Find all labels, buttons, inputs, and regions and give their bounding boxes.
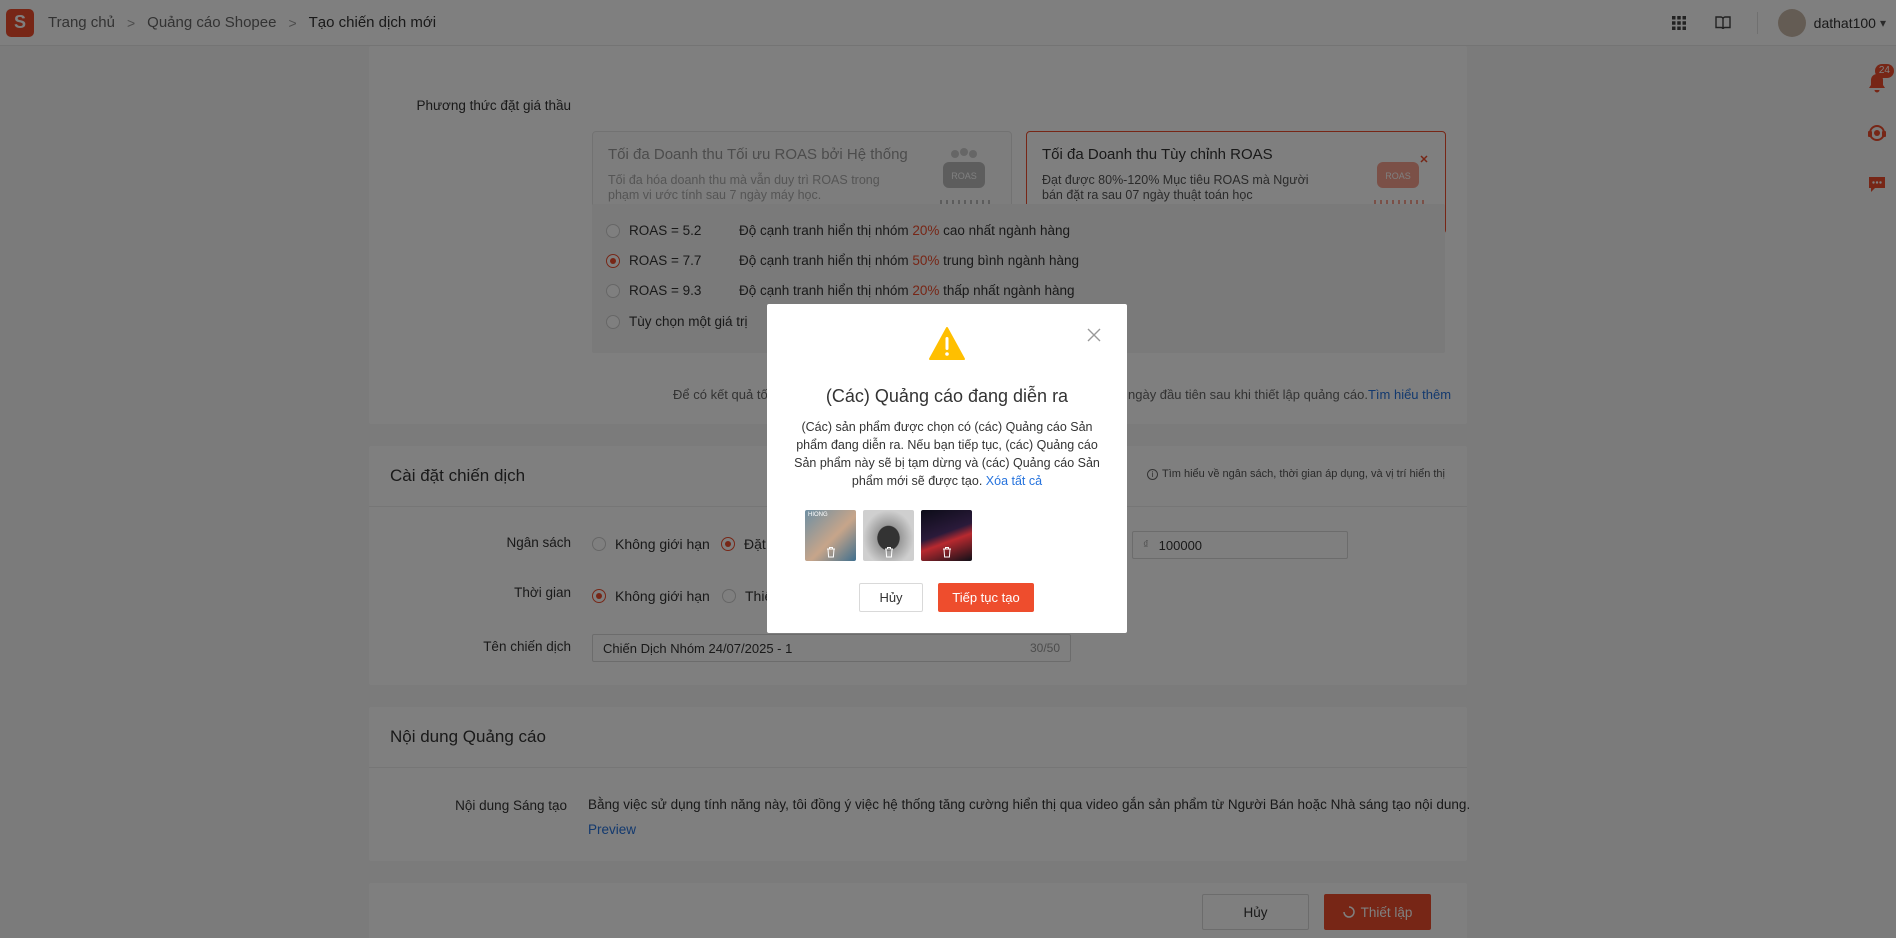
product-thumbnail[interactable] [921, 510, 972, 561]
trash-icon[interactable] [942, 546, 952, 558]
continue-create-button[interactable]: Tiếp tục tạo [938, 583, 1034, 612]
modal-cancel-button[interactable]: Hủy [859, 583, 923, 612]
close-icon[interactable] [1087, 328, 1101, 342]
modal-body: (Các) sản phẩm được chọn có (các) Quảng … [794, 420, 1100, 488]
product-thumbnails: HIONG [805, 510, 979, 561]
trash-icon[interactable] [826, 546, 836, 558]
trash-icon[interactable] [884, 546, 894, 558]
active-ads-modal: (Các) Quảng cáo đang diễn ra (Các) sản p… [767, 304, 1127, 633]
product-thumbnail[interactable] [863, 510, 914, 561]
thumbnail-text: HIONG [808, 512, 828, 518]
warning-icon [929, 327, 965, 360]
modal-title: (Các) Quảng cáo đang diễn ra [825, 386, 1069, 406]
clear-all-link[interactable]: Xóa tất cả [986, 474, 1042, 488]
product-thumbnail[interactable]: HIONG [805, 510, 856, 561]
